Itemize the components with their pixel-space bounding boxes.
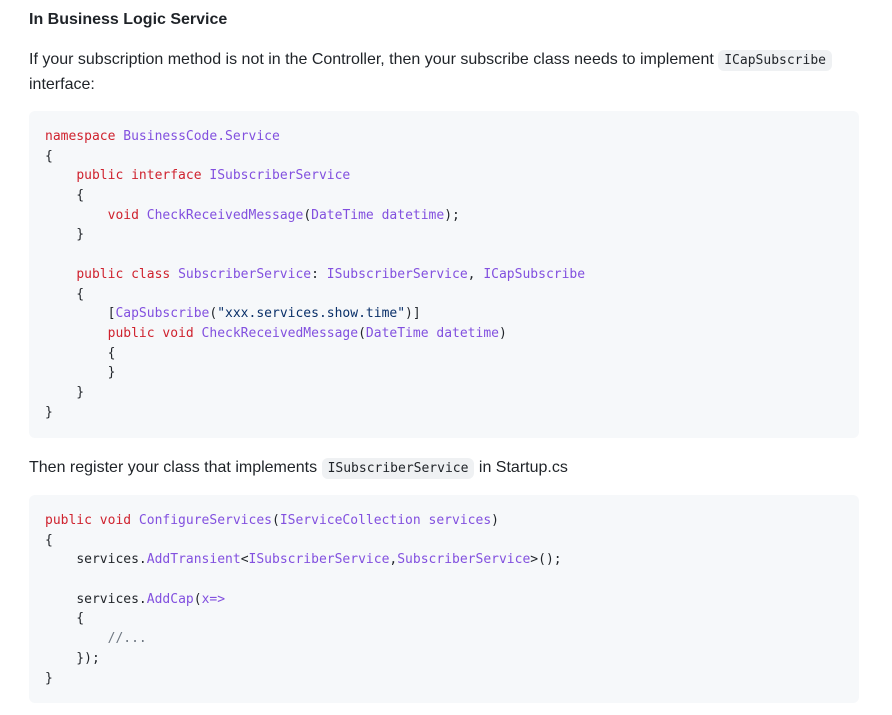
code-block-startup[interactable]: public void ConfigureServices(IServiceCo…: [29, 495, 859, 703]
code-line: services.AddTransient<ISubscriberService…: [76, 552, 562, 568]
code-line: namespace BusinessCode.Service: [45, 129, 280, 144]
code-line: {: [45, 345, 116, 361]
code-line: {: [45, 532, 53, 548]
code-line: void CheckReceivedMessage(DateTime datet…: [107, 207, 460, 223]
intro-text-before: If your subscription method is not in th…: [29, 51, 719, 68]
code-line: public void ConfigureServices(IServiceCo…: [45, 513, 499, 528]
code-line: }: [45, 670, 53, 686]
inline-code-icapsubscribe: ICapSubscribe: [718, 50, 832, 71]
code-line: public void CheckReceivedMessage(DateTim…: [107, 325, 507, 341]
code-line: [CapSubscribe("xxx.services.show.time")]: [107, 306, 421, 322]
register-paragraph: Then register your class that implements…: [29, 456, 859, 481]
document-page: In Business Logic Service If your subscr…: [0, 0, 892, 715]
code-line: public class SubscriberService: ISubscri…: [76, 266, 586, 282]
code-line: services.AddCap(x=>: [76, 591, 226, 607]
code-line: }: [45, 404, 53, 420]
code-line: }: [45, 365, 116, 381]
register-text-after: in Startup.cs: [474, 459, 568, 476]
code-line: }: [45, 227, 85, 243]
code-line: {: [45, 611, 85, 627]
code-line: //...: [107, 631, 147, 647]
inline-code-isubscriberservice: ISubscriberService: [321, 458, 475, 479]
code-line: }: [45, 384, 85, 400]
code-line: {: [45, 148, 53, 164]
code-line: {: [45, 286, 85, 302]
code-line: });: [45, 650, 100, 666]
intro-text-after: interface:: [29, 76, 95, 93]
intro-paragraph: If your subscription method is not in th…: [29, 48, 859, 97]
code-line: public interface ISubscriberService: [76, 168, 351, 184]
section-heading: In Business Logic Service: [29, 11, 228, 28]
code-block-service[interactable]: namespace BusinessCode.Service { public i…: [29, 111, 859, 438]
code-line: {: [45, 188, 85, 204]
register-text-before: Then register your class that implements: [29, 459, 322, 476]
